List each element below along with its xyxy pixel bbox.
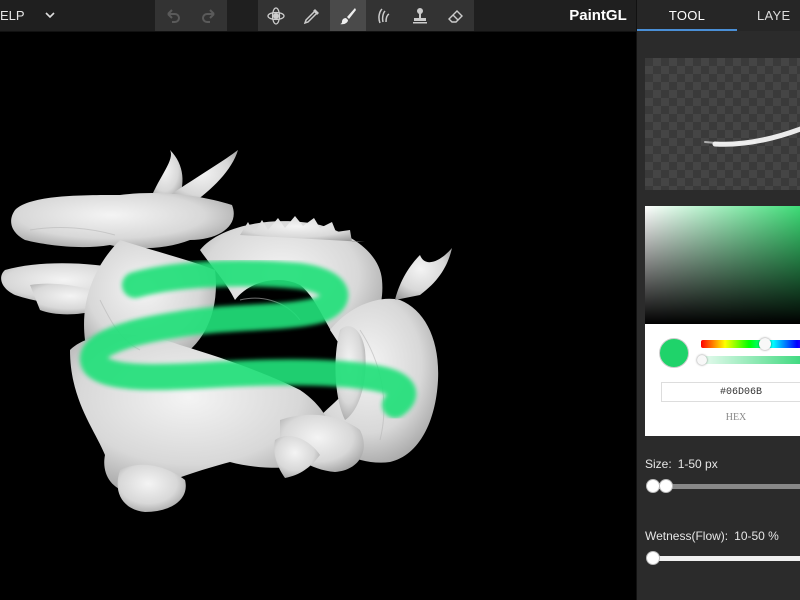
- tab-tool[interactable]: TOOL: [637, 0, 737, 31]
- chevron-down-icon[interactable]: [44, 9, 56, 21]
- wetness-slider-fill: [653, 556, 800, 561]
- eraser-button[interactable]: [438, 0, 474, 31]
- hue-slider[interactable]: [701, 340, 800, 348]
- smudge-icon: [378, 7, 390, 23]
- redo-icon: [202, 8, 215, 23]
- brush-preview: [645, 58, 800, 190]
- wetness-label: Wetness(Flow): 10-50 %: [645, 529, 779, 543]
- stamp-icon: [413, 7, 427, 23]
- tool-panel: TOOL LAYE HEX Size: 1-50 px Wetness(Flow)…: [636, 0, 800, 600]
- size-max-handle[interactable]: [659, 479, 674, 493]
- hex-color-input[interactable]: [661, 382, 800, 402]
- hex-format-label[interactable]: HEX: [661, 412, 800, 423]
- saturation-value-field[interactable]: [645, 206, 800, 324]
- current-color-swatch: [659, 338, 689, 368]
- alpha-slider-handle[interactable]: [697, 355, 707, 365]
- brush-stroke-preview: [704, 126, 800, 147]
- top-toolbar: ELP PaintGL: [0, 0, 636, 32]
- color-picker: HEX: [645, 206, 800, 436]
- eyedropper-button[interactable]: [294, 0, 330, 31]
- hue-slider-handle[interactable]: [759, 338, 771, 350]
- rotate-model-button[interactable]: [258, 0, 294, 31]
- history-group: [155, 0, 227, 31]
- tab-layer[interactable]: LAYE: [757, 0, 800, 31]
- alpha-slider[interactable]: [701, 356, 800, 364]
- eraser-icon: [448, 9, 463, 23]
- wetness-label-text: Wetness(Flow):: [645, 529, 729, 543]
- help-menu[interactable]: ELP: [0, 0, 25, 31]
- smudge-button[interactable]: [366, 0, 402, 31]
- help-menu-label: ELP: [0, 8, 25, 23]
- wetness-min-handle[interactable]: [646, 551, 660, 565]
- brush-button[interactable]: [330, 0, 366, 31]
- paint-canvas[interactable]: [0, 32, 636, 600]
- rotate-model-icon: [267, 6, 285, 25]
- size-min-handle[interactable]: [646, 479, 660, 493]
- panel-tabs: TOOL LAYE: [637, 0, 800, 31]
- brush-icon: [340, 7, 356, 24]
- size-label: Size: 1-50 px: [645, 457, 718, 471]
- eyedropper-icon: [303, 8, 319, 24]
- size-label-text: Size:: [645, 457, 672, 471]
- dragon-model: [1, 150, 452, 512]
- size-range: 1-50 px: [677, 457, 718, 471]
- redo-button[interactable]: [191, 0, 227, 31]
- tool-group: [258, 0, 474, 31]
- stamp-button[interactable]: [402, 0, 438, 31]
- app-title: PaintGL: [569, 7, 627, 24]
- size-slider-track[interactable]: [653, 484, 800, 489]
- undo-icon: [167, 8, 180, 23]
- undo-button[interactable]: [155, 0, 191, 31]
- wetness-range: 10-50 %: [734, 529, 779, 543]
